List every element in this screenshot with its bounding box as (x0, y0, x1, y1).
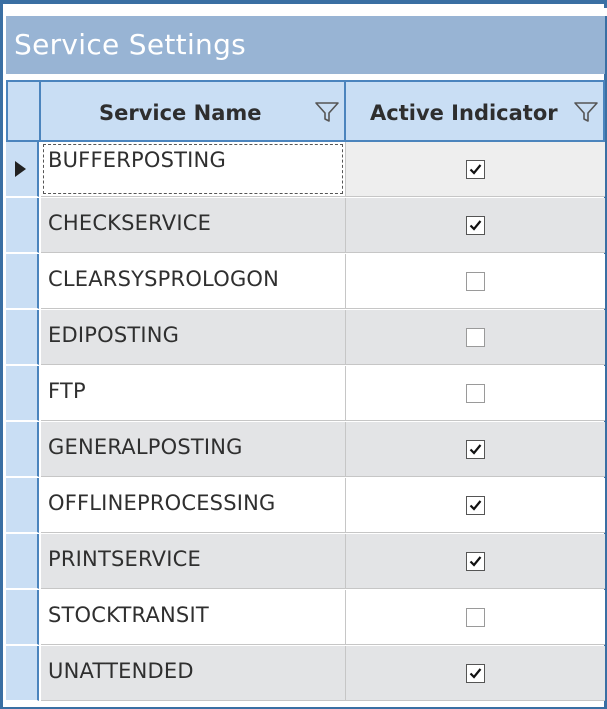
column-header-service-name[interactable]: Service Name (39, 80, 346, 142)
checkmark-icon (469, 500, 482, 511)
table-row[interactable]: BUFFERPOSTING (6, 142, 605, 198)
window-title: Service Settings (14, 28, 247, 61)
column-header-active-indicator[interactable]: Active Indicator (344, 80, 605, 142)
active-checkbox[interactable] (466, 664, 485, 683)
checkmark-icon (469, 164, 482, 175)
service-name-text: GENERALPOSTING (48, 435, 243, 459)
filter-funnel-icon[interactable] (573, 100, 599, 124)
row-header[interactable] (6, 534, 39, 589)
active-indicator-cell[interactable] (346, 366, 605, 421)
table-row[interactable]: CLEARSYSPROLOGON (6, 254, 605, 310)
window-top-strip (3, 8, 607, 16)
service-name-cell[interactable]: PRINTSERVICE (41, 534, 346, 589)
row-header[interactable] (6, 254, 39, 309)
service-name-cell[interactable]: GENERALPOSTING (41, 422, 346, 477)
active-indicator-cell[interactable] (346, 646, 605, 701)
service-name-text: CHECKSERVICE (48, 211, 212, 235)
service-name-cell[interactable]: FTP (41, 366, 346, 421)
row-header[interactable] (6, 366, 39, 421)
service-grid: Service Name Active Indicator BUFFERPOST… (6, 80, 605, 707)
service-name-cell[interactable]: CHECKSERVICE (41, 198, 346, 253)
table-row[interactable]: UNATTENDED (6, 646, 605, 702)
service-settings-window: Service Settings Service Name Active Ind… (0, 0, 607, 709)
service-name-cell[interactable]: BUFFERPOSTING (41, 142, 346, 197)
service-name-cell[interactable]: STOCKTRANSIT (41, 590, 346, 645)
service-name-text: FTP (48, 379, 86, 403)
row-header[interactable] (6, 422, 39, 477)
active-checkbox[interactable] (466, 328, 485, 347)
table-row[interactable]: PRINTSERVICE (6, 534, 605, 590)
active-checkbox[interactable] (466, 608, 485, 627)
table-row[interactable]: OFFLINEPROCESSING (6, 478, 605, 534)
active-checkbox[interactable] (466, 160, 485, 179)
table-row[interactable]: GENERALPOSTING (6, 422, 605, 478)
row-header[interactable] (6, 478, 39, 533)
row-header[interactable] (6, 590, 39, 645)
service-name-cell[interactable]: EDIPOSTING (41, 310, 346, 365)
service-name-text: EDIPOSTING (48, 323, 180, 347)
current-row-arrow-icon (15, 161, 26, 177)
table-row[interactable]: CHECKSERVICE (6, 198, 605, 254)
active-checkbox[interactable] (466, 440, 485, 459)
active-checkbox[interactable] (466, 384, 485, 403)
grid-corner-header (6, 80, 41, 142)
column-header-label: Active Indicator (370, 101, 558, 125)
row-header[interactable] (6, 198, 39, 253)
table-row[interactable]: STOCKTRANSIT (6, 590, 605, 646)
row-header[interactable] (6, 646, 39, 701)
active-checkbox[interactable] (466, 552, 485, 571)
service-name-cell[interactable]: OFFLINEPROCESSING (41, 478, 346, 533)
active-indicator-cell[interactable] (346, 254, 605, 309)
service-name-text: OFFLINEPROCESSING (48, 491, 276, 515)
active-indicator-cell[interactable] (346, 198, 605, 253)
row-header[interactable] (6, 310, 39, 365)
checkmark-icon (469, 220, 482, 231)
table-row[interactable]: FTP (6, 366, 605, 422)
filter-funnel-icon[interactable] (314, 100, 340, 124)
cell-focus-rectangle (43, 144, 343, 194)
checkmark-icon (469, 556, 482, 567)
checkmark-icon (469, 444, 482, 455)
active-indicator-cell[interactable] (346, 422, 605, 477)
service-name-cell[interactable]: UNATTENDED (41, 646, 346, 701)
active-indicator-cell[interactable] (346, 534, 605, 589)
table-row[interactable]: EDIPOSTING (6, 310, 605, 366)
service-name-cell[interactable]: CLEARSYSPROLOGON (41, 254, 346, 309)
row-header[interactable] (6, 142, 39, 197)
active-indicator-cell[interactable] (346, 590, 605, 645)
active-checkbox[interactable] (466, 272, 485, 291)
active-indicator-cell[interactable] (346, 310, 605, 365)
title-bar: Service Settings (6, 16, 605, 74)
service-name-text: CLEARSYSPROLOGON (48, 267, 280, 291)
active-checkbox[interactable] (466, 496, 485, 515)
active-indicator-cell[interactable] (346, 478, 605, 533)
service-name-text: UNATTENDED (48, 659, 194, 683)
active-indicator-cell[interactable] (346, 142, 605, 197)
active-checkbox[interactable] (466, 216, 485, 235)
service-name-text: PRINTSERVICE (48, 547, 201, 571)
checkmark-icon (469, 668, 482, 679)
service-name-text: STOCKTRANSIT (48, 603, 209, 627)
column-header-label: Service Name (99, 101, 262, 125)
